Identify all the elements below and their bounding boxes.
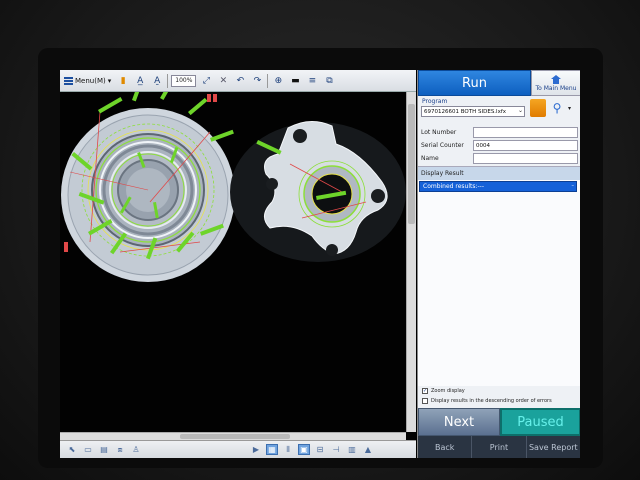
screen: Menu(M) ▾ ▮ A̲ A̱ 100% ⤢ ✕ ↶ ↷ ⊕ ▬ ≡ ⧉ ⬉…	[60, 70, 580, 458]
align-icon[interactable]: ⊟	[314, 444, 326, 455]
program-label: Program	[422, 98, 448, 105]
font-color-icon[interactable]: A̱	[150, 73, 164, 89]
collapse-icon[interactable]: ▲	[362, 444, 374, 455]
inspection-images	[60, 77, 406, 432]
lot-number-row: Lot Number	[418, 126, 580, 139]
scroll-thumb[interactable]	[180, 434, 290, 439]
chevron-down-icon: ▾	[107, 76, 112, 85]
part-image-right	[230, 121, 406, 262]
control-panel: Run To Main Menu Program 6970126601 BOTH…	[417, 70, 580, 458]
delete-icon[interactable]: ✕	[216, 73, 230, 89]
zoom-display-label: Zoom display	[431, 388, 465, 394]
paused-button[interactable]: Paused	[500, 408, 580, 436]
serial-counter-row: Serial Counter 0004	[418, 139, 580, 152]
open-image-icon[interactable]: ▮	[116, 73, 130, 89]
target-icon[interactable]: ⊕	[271, 73, 285, 89]
menu-label: Menu(M)	[75, 76, 106, 85]
export-icon[interactable]: ⧉	[322, 73, 336, 89]
name-field[interactable]	[473, 153, 578, 164]
name-row: Name	[418, 152, 580, 165]
inspection-canvas[interactable]	[60, 77, 406, 432]
back-button[interactable]: Back	[418, 436, 473, 458]
vertical-scrollbar[interactable]	[406, 92, 416, 432]
display-result-header: Display Result	[418, 166, 580, 180]
font-size-icon[interactable]: A̲	[133, 73, 147, 89]
single-view-icon[interactable]: ▣	[298, 444, 310, 455]
combined-results-row[interactable]: Combined results:--- –	[419, 181, 577, 192]
viewer-bottom-toolbar: ⬉ ▭ ▤ ⧈ ♙ ▶ ▦ ⫴ ▣ ⊟ ⊣ ▥ ▲	[60, 440, 416, 458]
viewer-toolbar: Menu(M) ▾ ▮ A̲ A̱ 100% ⤢ ✕ ↶ ↷ ⊕ ▬ ≡ ⧉	[60, 70, 416, 92]
result-list[interactable]	[418, 180, 580, 386]
play-icon[interactable]: ▶	[250, 444, 262, 455]
zoom-display-option[interactable]: ✓ Zoom display	[418, 386, 580, 396]
descending-order-label: Display results in the descending order …	[431, 398, 552, 404]
hamburger-icon	[64, 76, 73, 85]
lot-number-field[interactable]	[473, 127, 578, 138]
main-menu-label: To Main Menu	[535, 84, 577, 92]
run-header: Run To Main Menu	[418, 70, 580, 96]
descending-order-option[interactable]: Display results in the descending order …	[418, 396, 580, 406]
caret-down-icon[interactable]: ▾	[568, 105, 571, 112]
horizontal-scrollbar[interactable]	[60, 432, 406, 440]
footer-buttons: Back Print Save Report	[418, 436, 580, 458]
fit-width-icon[interactable]: ⊣	[330, 444, 342, 455]
run-button[interactable]: Run	[418, 70, 531, 96]
main-menu-button[interactable]: To Main Menu	[531, 70, 580, 96]
fill-color-icon[interactable]: ▬	[288, 73, 302, 89]
program-value: 6970126601 BOTH SIDES.lxfx	[424, 108, 507, 115]
scroll-thumb[interactable]	[408, 104, 415, 224]
program-settings-icon[interactable]	[530, 99, 546, 117]
part-image-left	[61, 77, 235, 282]
fit-view-icon[interactable]: ⤢	[199, 73, 213, 89]
toolbar-divider	[267, 73, 269, 88]
grid-view-icon[interactable]: ▦	[266, 444, 278, 455]
lot-number-label: Lot Number	[421, 129, 457, 136]
display-options: ✓ Zoom display Display results in the de…	[418, 386, 580, 408]
program-select[interactable]: 6970126601 BOTH SIDES.lxfx ⌄	[421, 106, 525, 117]
save-report-button[interactable]: Save Report	[527, 436, 580, 458]
print-button[interactable]: Print	[472, 436, 527, 458]
undo-icon[interactable]: ↶	[233, 73, 247, 89]
serial-counter-field[interactable]: 0004	[473, 140, 578, 151]
chevron-down-icon: ⌄	[517, 107, 523, 114]
table-icon[interactable]: ▥	[346, 444, 358, 455]
serial-counter-label: Serial Counter	[421, 142, 464, 149]
measure-icon[interactable]: ▭	[82, 444, 94, 455]
action-buttons: Next Paused	[418, 408, 580, 436]
zoom-select[interactable]: 100%	[171, 74, 197, 87]
image-viewer: Menu(M) ▾ ▮ A̲ A̱ 100% ⤢ ✕ ↶ ↷ ⊕ ▬ ≡ ⧉ ⬉…	[60, 70, 416, 458]
combined-results-label: Combined results:---	[423, 183, 485, 190]
zoom-display-checkbox[interactable]: ✓	[422, 388, 428, 394]
split-view-icon[interactable]: ⫴	[282, 444, 294, 455]
toolbar-divider	[167, 73, 169, 88]
name-label: Name	[421, 155, 439, 162]
pointer-icon[interactable]: ⬉	[66, 444, 78, 455]
home-icon	[551, 74, 561, 84]
line-width-icon[interactable]: ≡	[305, 73, 319, 89]
descending-order-checkbox[interactable]	[422, 398, 428, 404]
menu-button[interactable]: Menu(M) ▾	[62, 76, 113, 85]
tree-icon[interactable]: ♙	[130, 444, 142, 455]
image-icon[interactable]: ▤	[98, 444, 110, 455]
search-icon[interactable]: ⚲	[549, 99, 565, 117]
next-button[interactable]: Next	[418, 408, 500, 436]
program-icons: ⚲ ▾	[530, 99, 571, 117]
layers-icon[interactable]: ⧈	[114, 444, 126, 455]
redo-icon[interactable]: ↷	[250, 73, 264, 89]
minus-icon: –	[571, 183, 575, 189]
